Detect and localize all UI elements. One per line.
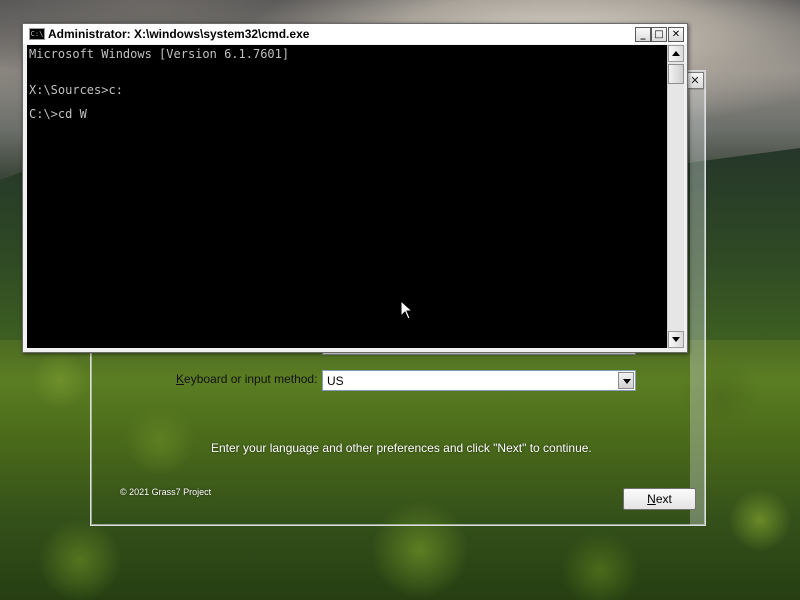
keyboard-label-accel: K bbox=[176, 372, 185, 386]
scrollbar-thumb[interactable] bbox=[668, 64, 684, 84]
minimize-button[interactable]: _ bbox=[635, 27, 651, 42]
console-line: C:\>cd W bbox=[29, 107, 87, 121]
next-button-accel: N bbox=[647, 492, 656, 506]
console-line: Microsoft Windows [Version 6.1.7601] bbox=[29, 47, 290, 61]
copyright-text: © 2021 Grass7 Project bbox=[120, 487, 212, 497]
cmd-window-title: Administrator: X:\windows\system32\cmd.e… bbox=[48, 27, 310, 41]
mouse-cursor-icon bbox=[400, 300, 414, 320]
cmd-window: C:\ Administrator: X:\windows\system32\c… bbox=[22, 23, 688, 353]
close-button[interactable]: ✕ bbox=[668, 27, 684, 42]
console-line: X:\Sources>c: bbox=[29, 83, 123, 97]
scroll-down-button[interactable] bbox=[668, 331, 684, 348]
keyboard-method-value: US bbox=[327, 374, 344, 388]
console-output[interactable]: Microsoft Windows [Version 6.1.7601] X:\… bbox=[27, 45, 667, 348]
keyboard-method-select[interactable]: US bbox=[322, 370, 636, 391]
keyboard-label-rest: eyboard or input method: bbox=[184, 372, 318, 386]
maximize-button[interactable]: □ bbox=[651, 27, 667, 42]
setup-window-edge bbox=[690, 90, 706, 525]
setup-instruction-text: Enter your language and other preference… bbox=[211, 441, 592, 455]
scroll-up-button[interactable] bbox=[668, 45, 684, 62]
cmd-app-icon[interactable]: C:\ bbox=[29, 28, 45, 40]
next-button[interactable]: Next bbox=[623, 488, 696, 510]
keyboard-method-label: Keyboard or input method: bbox=[176, 372, 317, 386]
cmd-title-bar[interactable]: C:\ Administrator: X:\windows\system32\c… bbox=[23, 24, 687, 44]
next-button-rest: ext bbox=[655, 492, 672, 506]
setup-close-button[interactable]: ✕ bbox=[686, 72, 704, 89]
chevron-down-icon[interactable] bbox=[618, 372, 634, 389]
vertical-scrollbar[interactable] bbox=[667, 45, 684, 348]
